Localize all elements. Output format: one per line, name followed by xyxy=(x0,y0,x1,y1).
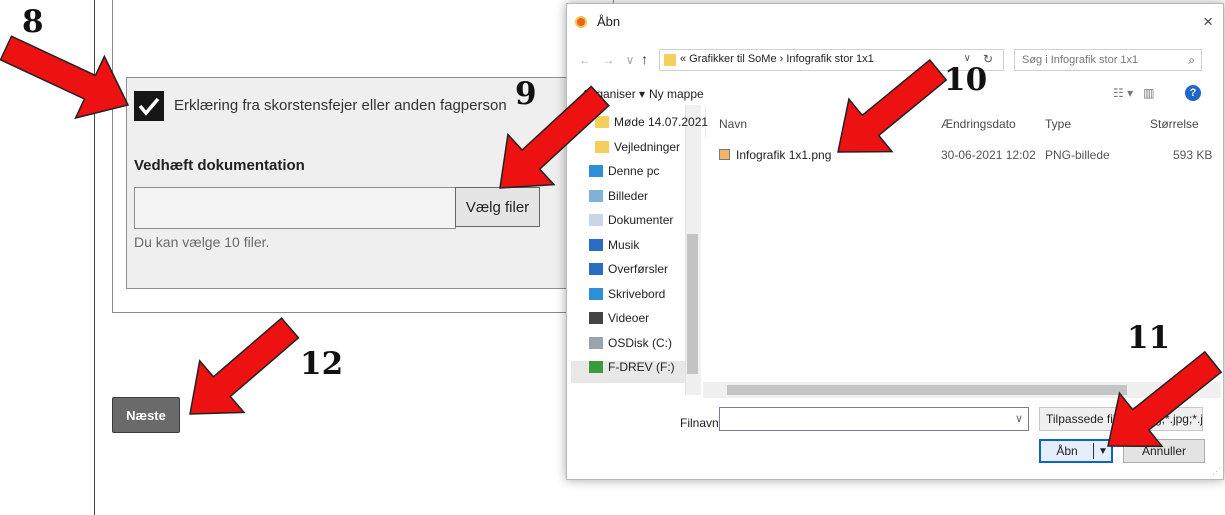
arrow-to-choose-files xyxy=(499,85,610,189)
arrow-to-checkbox xyxy=(0,35,130,120)
arrow-to-next-button xyxy=(189,317,300,415)
annotation-arrows xyxy=(0,35,1223,448)
arrow-to-open-button xyxy=(1107,350,1223,448)
arrow-to-file xyxy=(837,58,948,153)
